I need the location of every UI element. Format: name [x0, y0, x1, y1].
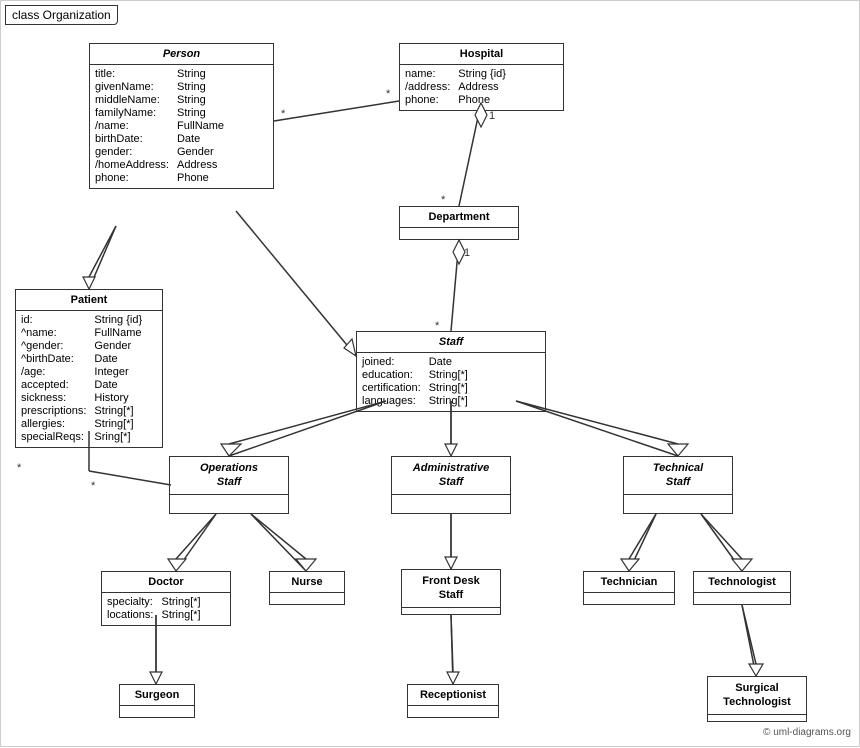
- class-hospital: Hospital name:String {id} /address:Addre…: [399, 43, 564, 111]
- class-front-desk-staff-header: Front DeskStaff: [402, 570, 500, 608]
- class-technician: Technician: [583, 571, 675, 605]
- class-hospital-header: Hospital: [400, 44, 563, 65]
- class-receptionist-header: Receptionist: [408, 685, 498, 706]
- class-technical-staff: TechnicalStaff: [623, 456, 733, 514]
- class-doctor-body: specialty:String[*] locations:String[*]: [102, 593, 230, 625]
- class-patient-body: id:String {id} ^name:FullName ^gender:Ge…: [16, 311, 162, 447]
- svg-text:1: 1: [464, 247, 470, 259]
- class-surgeon-header: Surgeon: [120, 685, 194, 706]
- class-staff-header: Staff: [357, 332, 545, 353]
- class-technologist-header: Technologist: [694, 572, 790, 593]
- class-person: Person title:String givenName:String mid…: [89, 43, 274, 189]
- class-department-header: Department: [400, 207, 518, 228]
- diagram-container: class Organization Person title:String g…: [0, 0, 860, 747]
- svg-text:*: *: [91, 480, 96, 492]
- class-technician-header: Technician: [584, 572, 674, 593]
- class-doctor: Doctor specialty:String[*] locations:Str…: [101, 571, 231, 626]
- class-doctor-header: Doctor: [102, 572, 230, 593]
- class-department: Department: [399, 206, 519, 240]
- class-surgeon: Surgeon: [119, 684, 195, 718]
- svg-text:*: *: [281, 108, 286, 120]
- copyright: © uml-diagrams.org: [763, 727, 851, 738]
- svg-text:1: 1: [489, 110, 495, 122]
- class-administrative-staff-header: AdministrativeStaff: [392, 457, 510, 495]
- class-staff-body: joined:Date education:String[*] certific…: [357, 353, 545, 411]
- class-operations-staff: OperationsStaff: [169, 456, 289, 514]
- class-hospital-body: name:String {id} /address:Address phone:…: [400, 65, 563, 110]
- class-surgical-technologist-header: SurgicalTechnologist: [708, 677, 806, 715]
- svg-text:*: *: [441, 194, 446, 206]
- diagram-title: class Organization: [5, 5, 118, 25]
- class-staff: Staff joined:Date education:String[*] ce…: [356, 331, 546, 412]
- class-technologist: Technologist: [693, 571, 791, 605]
- class-nurse: Nurse: [269, 571, 345, 605]
- class-operations-staff-header: OperationsStaff: [170, 457, 288, 495]
- class-person-body: title:String givenName:String middleName…: [90, 65, 273, 188]
- class-patient-header: Patient: [16, 290, 162, 311]
- class-person-header: Person: [90, 44, 273, 65]
- class-surgical-technologist: SurgicalTechnologist: [707, 676, 807, 722]
- class-patient: Patient id:String {id} ^name:FullName ^g…: [15, 289, 163, 448]
- svg-text:*: *: [17, 462, 22, 474]
- class-technical-staff-header: TechnicalStaff: [624, 457, 732, 495]
- class-nurse-header: Nurse: [270, 572, 344, 593]
- class-front-desk-staff: Front DeskStaff: [401, 569, 501, 615]
- class-administrative-staff: AdministrativeStaff: [391, 456, 511, 514]
- svg-text:*: *: [386, 88, 391, 100]
- class-receptionist: Receptionist: [407, 684, 499, 718]
